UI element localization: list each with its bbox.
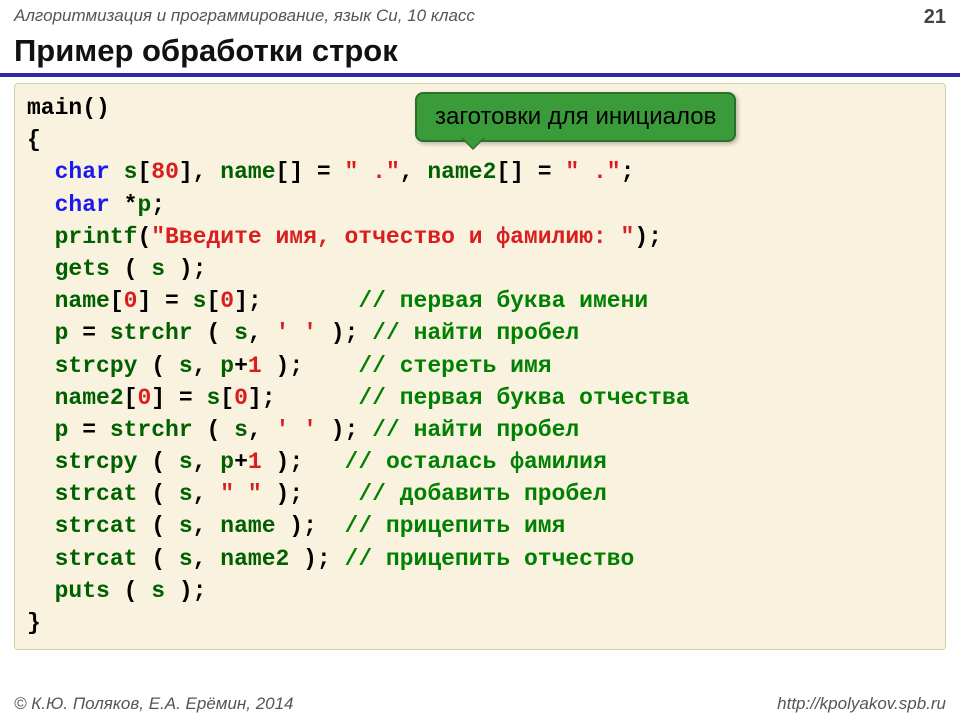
- course-name: Алгоритмизация и программирование, язык …: [14, 6, 475, 29]
- page-number: 21: [924, 6, 946, 29]
- header: Алгоритмизация и программирование, язык …: [0, 0, 960, 33]
- slide-title: Пример обработки строк: [14, 33, 946, 69]
- callout-bubble: заготовки для инициалов: [415, 92, 736, 142]
- footer: © К.Ю. Поляков, Е.А. Ерёмин, 2014 http:/…: [0, 694, 960, 714]
- url: http://kpolyakov.spb.ru: [777, 694, 946, 714]
- code-block: main() { char s[80], name[] = " .", name…: [14, 83, 946, 650]
- title-row: Пример обработки строк: [0, 33, 960, 77]
- copyright: © К.Ю. Поляков, Е.А. Ерёмин, 2014: [14, 694, 294, 714]
